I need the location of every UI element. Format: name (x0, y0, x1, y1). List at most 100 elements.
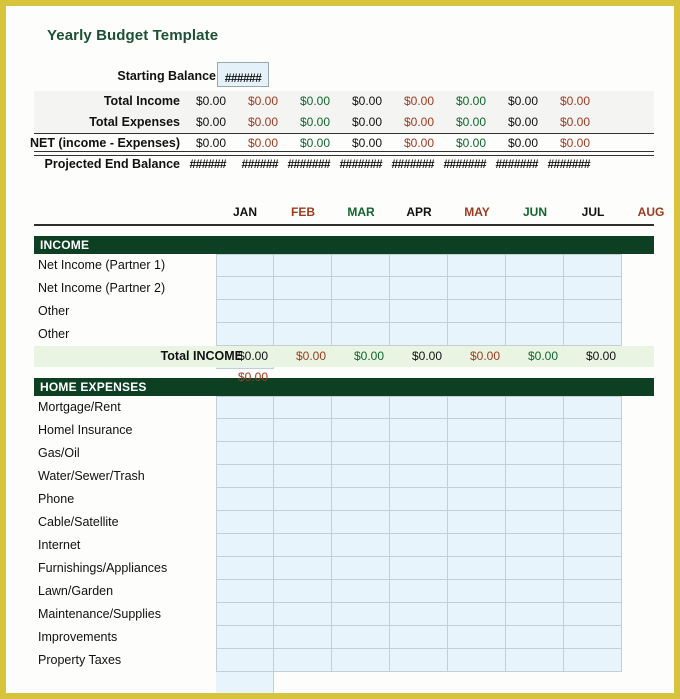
cell-input[interactable] (274, 557, 332, 580)
cell-input[interactable] (390, 580, 448, 603)
cell-input[interactable] (506, 557, 564, 580)
cell-input[interactable] (274, 603, 332, 626)
cell-input[interactable] (216, 465, 274, 488)
cell-input[interactable] (332, 442, 390, 465)
cell-input[interactable] (216, 557, 274, 580)
cell-input[interactable] (390, 442, 448, 465)
cell-input[interactable] (216, 277, 274, 300)
cell-input[interactable] (216, 511, 274, 534)
cell-input[interactable] (274, 254, 332, 277)
cell-input[interactable] (274, 323, 332, 346)
cell-input[interactable] (564, 465, 622, 488)
summary-cell[interactable]: ####### (284, 154, 336, 175)
cell-input[interactable] (274, 488, 332, 511)
cell-input[interactable] (390, 323, 448, 346)
cell-input[interactable] (216, 580, 274, 603)
cell-input[interactable] (564, 626, 622, 649)
cell-input[interactable] (274, 580, 332, 603)
cell-input[interactable] (448, 649, 506, 672)
cell-input[interactable] (448, 442, 506, 465)
cell-input[interactable] (274, 442, 332, 465)
cell-input[interactable] (274, 300, 332, 323)
cell-input[interactable] (216, 488, 274, 511)
cell-input[interactable] (390, 649, 448, 672)
cell-input[interactable] (390, 603, 448, 626)
summary-cell[interactable]: ###### (180, 154, 232, 175)
cell-input[interactable] (564, 323, 622, 346)
cell-input[interactable] (390, 300, 448, 323)
cell-input[interactable] (274, 396, 332, 419)
cell-input[interactable] (332, 626, 390, 649)
summary-cell[interactable]: $0.00 (440, 112, 492, 133)
cell-input[interactable] (448, 534, 506, 557)
cell-input[interactable] (274, 626, 332, 649)
starting-balance-input[interactable]: ###### (217, 62, 269, 87)
cell-input[interactable] (448, 603, 506, 626)
cell-input[interactable] (390, 534, 448, 557)
cell-input[interactable] (274, 277, 332, 300)
cell-input[interactable] (564, 419, 622, 442)
cell-input[interactable] (506, 649, 564, 672)
cell-input[interactable] (390, 277, 448, 300)
cell-input[interactable] (274, 511, 332, 534)
cell-input[interactable] (332, 323, 390, 346)
cell-input[interactable] (448, 626, 506, 649)
cell-input[interactable] (448, 254, 506, 277)
cell-input[interactable] (506, 277, 564, 300)
cell-input[interactable] (274, 419, 332, 442)
cell-input[interactable] (216, 419, 274, 442)
cell-input[interactable] (332, 603, 390, 626)
cell-input[interactable] (216, 254, 274, 277)
cell-input[interactable] (506, 465, 564, 488)
cell-input[interactable] (332, 557, 390, 580)
cell-input[interactable] (216, 649, 274, 672)
cell-input[interactable] (332, 534, 390, 557)
summary-cell[interactable]: $0.00 (180, 91, 232, 112)
cell-input[interactable] (564, 603, 622, 626)
cell-input[interactable] (506, 442, 564, 465)
cell-input[interactable] (332, 300, 390, 323)
cell-input[interactable] (448, 323, 506, 346)
cell-input[interactable] (332, 649, 390, 672)
cell-input[interactable] (216, 534, 274, 557)
cell-input[interactable] (216, 300, 274, 323)
summary-cell[interactable]: $0.00 (440, 91, 492, 112)
cell-input[interactable] (506, 603, 564, 626)
cell-input[interactable] (332, 488, 390, 511)
cell-input[interactable] (448, 465, 506, 488)
summary-cell[interactable]: $0.00 (284, 91, 336, 112)
cell-input[interactable] (506, 488, 564, 511)
summary-cell[interactable]: ####### (544, 154, 596, 175)
cell-input[interactable] (216, 626, 274, 649)
cell-input[interactable] (448, 277, 506, 300)
cell-input[interactable] (216, 323, 274, 346)
summary-cell[interactable]: $0.00 (336, 112, 388, 133)
cell-input[interactable] (216, 396, 274, 419)
cell-input[interactable] (564, 534, 622, 557)
summary-cell[interactable]: ###### (232, 154, 284, 175)
summary-cell[interactable]: $0.00 (544, 91, 596, 112)
cell-input[interactable] (564, 300, 622, 323)
cell-input[interactable] (448, 300, 506, 323)
cell-input[interactable] (274, 465, 332, 488)
cell-input[interactable] (332, 396, 390, 419)
cell-input[interactable] (390, 254, 448, 277)
cell-input[interactable] (448, 488, 506, 511)
cell-input[interactable] (564, 649, 622, 672)
cell-input[interactable] (506, 580, 564, 603)
cell-input[interactable] (448, 396, 506, 419)
cell-input[interactable] (564, 488, 622, 511)
summary-cell[interactable]: $0.00 (180, 112, 232, 133)
summary-cell[interactable]: $0.00 (284, 112, 336, 133)
summary-cell[interactable]: ####### (492, 154, 544, 175)
summary-cell[interactable]: $0.00 (232, 112, 284, 133)
summary-cell[interactable]: $0.00 (492, 91, 544, 112)
cell-input[interactable] (564, 396, 622, 419)
cell-input[interactable] (564, 277, 622, 300)
cell-input[interactable] (274, 534, 332, 557)
cell-input[interactable] (564, 511, 622, 534)
cell-input[interactable] (332, 465, 390, 488)
cell-input[interactable] (216, 672, 274, 693)
cell-input[interactable] (506, 419, 564, 442)
cell-input[interactable] (216, 442, 274, 465)
